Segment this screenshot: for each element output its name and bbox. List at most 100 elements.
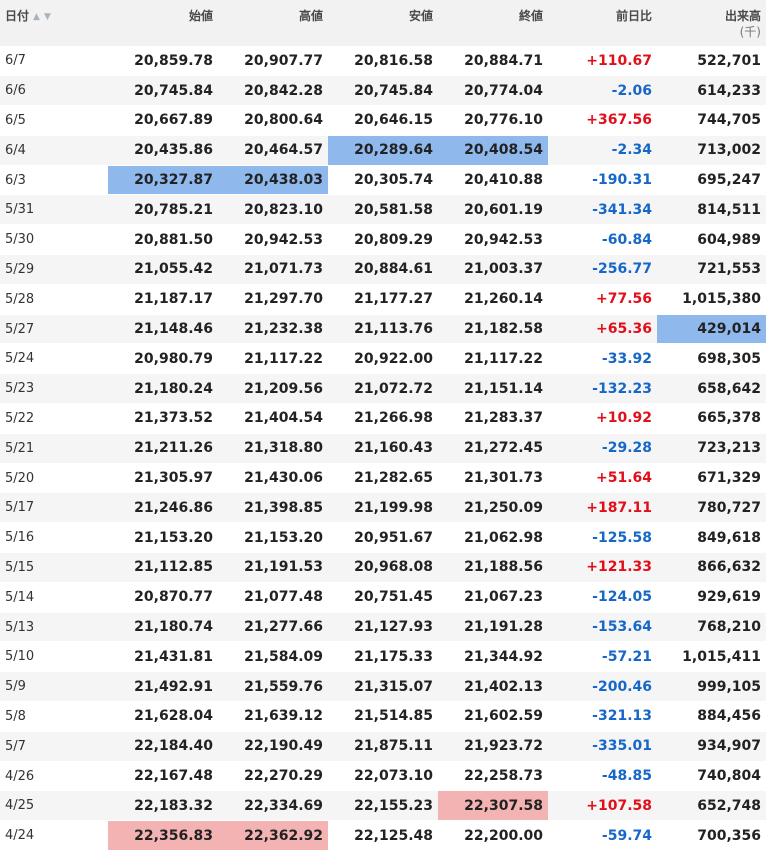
cell-close: 20,408.54 [438, 135, 548, 166]
cell-low: 20,581.58 [328, 194, 438, 226]
table-row: 5/9 21,492.91 21,559.76 21,315.07 21,402.13-… [0, 671, 766, 703]
cell-change: +367.56 [548, 105, 657, 136]
cell-volume: 721,553 [657, 254, 766, 285]
cell-change: +110.67 [548, 46, 657, 77]
cell-open: 21,246.86 [108, 492, 218, 524]
cell-date: 6/7 [0, 46, 108, 77]
table-row: 6/7 20,859.78 20,907.77 20,816.58 20,884.71 +… [0, 46, 766, 77]
cell-high: 21,318.80 [218, 433, 328, 464]
table-body: 6/7 20,859.78 20,907.77 20,816.58 20,884.71 +… [0, 46, 766, 851]
cell-date: 4/26 [0, 761, 108, 792]
cell-volume: 780,727 [657, 492, 766, 524]
cell-high: 22,362.92 [218, 820, 328, 851]
table-row: 6/5 20,667.89 20,800.64 20,646.15 20,776.10 +… [0, 105, 766, 136]
table-row: 5/14 20,870.77 21,077.48 20,751.45 21,067.23… [0, 582, 766, 613]
cell-change: -125.58 [548, 522, 657, 554]
cell-open: 21,055.42 [108, 254, 218, 285]
cell-close: 21,117.22 [438, 343, 548, 375]
cell-open: 21,492.91 [108, 671, 218, 703]
header-volume-label: 出来高 [724, 9, 761, 23]
cell-change: -2.06 [548, 75, 657, 107]
sort-ascending-icon[interactable]: ▲ [33, 9, 40, 25]
cell-low: 22,073.10 [328, 761, 438, 792]
cell-volume: 740,804 [657, 761, 766, 792]
cell-open: 20,859.78 [108, 46, 218, 77]
cell-low: 21,199.98 [328, 492, 438, 524]
cell-low: 22,155.23 [328, 790, 438, 822]
cell-volume: 658,642 [657, 373, 766, 405]
cell-high: 21,277.66 [218, 612, 328, 643]
cell-volume: 934,907 [657, 731, 766, 762]
cell-volume: 695,247 [657, 165, 766, 196]
cell-change: -57.21 [548, 641, 657, 673]
cell-open: 21,180.74 [108, 612, 218, 643]
cell-change: +65.36 [548, 314, 657, 345]
cell-high: 21,639.12 [218, 701, 328, 732]
cell-change: -335.01 [548, 731, 657, 762]
cell-change: -190.31 [548, 165, 657, 196]
cell-volume: 723,213 [657, 433, 766, 464]
cell-change: +77.56 [548, 284, 657, 315]
cell-volume: 768,210 [657, 612, 766, 643]
cell-close: 21,067.23 [438, 582, 548, 613]
header-open: 始値 [188, 9, 213, 23]
cell-close: 21,602.59 [438, 701, 548, 732]
table-row: 5/31 20,785.21 20,823.10 20,581.58 20,601.19… [0, 194, 766, 226]
table-row: 5/22 21,373.52 21,404.54 21,266.98 21,283.37… [0, 403, 766, 434]
table-row: 5/24 20,980.79 21,117.22 20,922.00 21,117.22… [0, 343, 766, 375]
cell-close: 21,151.14 [438, 373, 548, 405]
cell-volume: 814,511 [657, 194, 766, 226]
cell-open: 22,184.40 [108, 731, 218, 762]
cell-high: 21,297.70 [218, 284, 328, 315]
table-row: 5/28 21,187.17 21,297.70 21,177.27 21,260.14… [0, 284, 766, 315]
cell-date: 5/16 [0, 522, 108, 554]
cell-open: 21,628.04 [108, 701, 218, 732]
cell-close: 22,200.00 [438, 820, 548, 851]
cell-close: 20,601.19 [438, 194, 548, 226]
cell-close: 21,402.13 [438, 671, 548, 703]
cell-volume: 866,632 [657, 552, 766, 583]
cell-high: 22,270.29 [218, 761, 328, 792]
cell-high: 21,404.54 [218, 403, 328, 434]
cell-close: 20,884.71 [438, 46, 548, 77]
header-date[interactable]: 日付 ▲ ▼ [0, 0, 108, 46]
table-row: 6/4 20,435.86 20,464.57 20,289.64 20,408.54-… [0, 135, 766, 166]
cell-volume: 744,705 [657, 105, 766, 136]
table-row: 5/7 22,184.40 22,190.49 21,875.11 21,923.72-… [0, 731, 766, 762]
cell-close: 21,250.09 [438, 492, 548, 524]
cell-change: -59.74 [548, 820, 657, 851]
cell-open: 21,148.46 [108, 314, 218, 345]
cell-low: 21,266.98 [328, 403, 438, 434]
cell-date: 5/17 [0, 492, 108, 524]
cell-close: 20,774.04 [438, 75, 548, 107]
cell-date: 5/30 [0, 224, 108, 256]
cell-volume: 884,456 [657, 701, 766, 732]
sort-descending-icon[interactable]: ▼ [44, 9, 51, 25]
cell-change: +107.58 [548, 790, 657, 822]
header-high: 高値 [298, 9, 323, 23]
cell-volume: 614,233 [657, 75, 766, 107]
table-row: 5/13 21,180.74 21,277.66 21,127.93 21,191.28… [0, 612, 766, 643]
cell-close: 21,923.72 [438, 731, 548, 762]
cell-open: 21,153.20 [108, 522, 218, 554]
cell-change: +121.33 [548, 552, 657, 583]
cell-date: 5/10 [0, 641, 108, 673]
cell-low: 21,113.76 [328, 314, 438, 345]
cell-date: 5/21 [0, 433, 108, 464]
cell-low: 20,305.74 [328, 165, 438, 196]
cell-open: 20,870.77 [108, 582, 218, 613]
price-history-table: 日付 ▲ ▼ 始値 高値 安値 終値 前日比 出来高 (千) 6/7 20,859.7… [0, 0, 766, 851]
cell-change: +187.11 [548, 492, 657, 524]
cell-close: 20,410.88 [438, 165, 548, 196]
cell-high: 20,907.77 [218, 46, 328, 77]
cell-volume: 429,014 [657, 314, 766, 345]
cell-date: 5/8 [0, 701, 108, 732]
cell-change: -2.34 [548, 135, 657, 166]
cell-high: 20,464.57 [218, 135, 328, 166]
cell-date: 6/6 [0, 75, 108, 107]
cell-high: 21,077.48 [218, 582, 328, 613]
cell-low: 20,884.61 [328, 254, 438, 285]
cell-open: 20,435.86 [108, 135, 218, 166]
cell-open: 22,167.48 [108, 761, 218, 792]
table-row: 4/24 22,356.83 22,362.92 22,125.48 22,200.00… [0, 820, 766, 851]
